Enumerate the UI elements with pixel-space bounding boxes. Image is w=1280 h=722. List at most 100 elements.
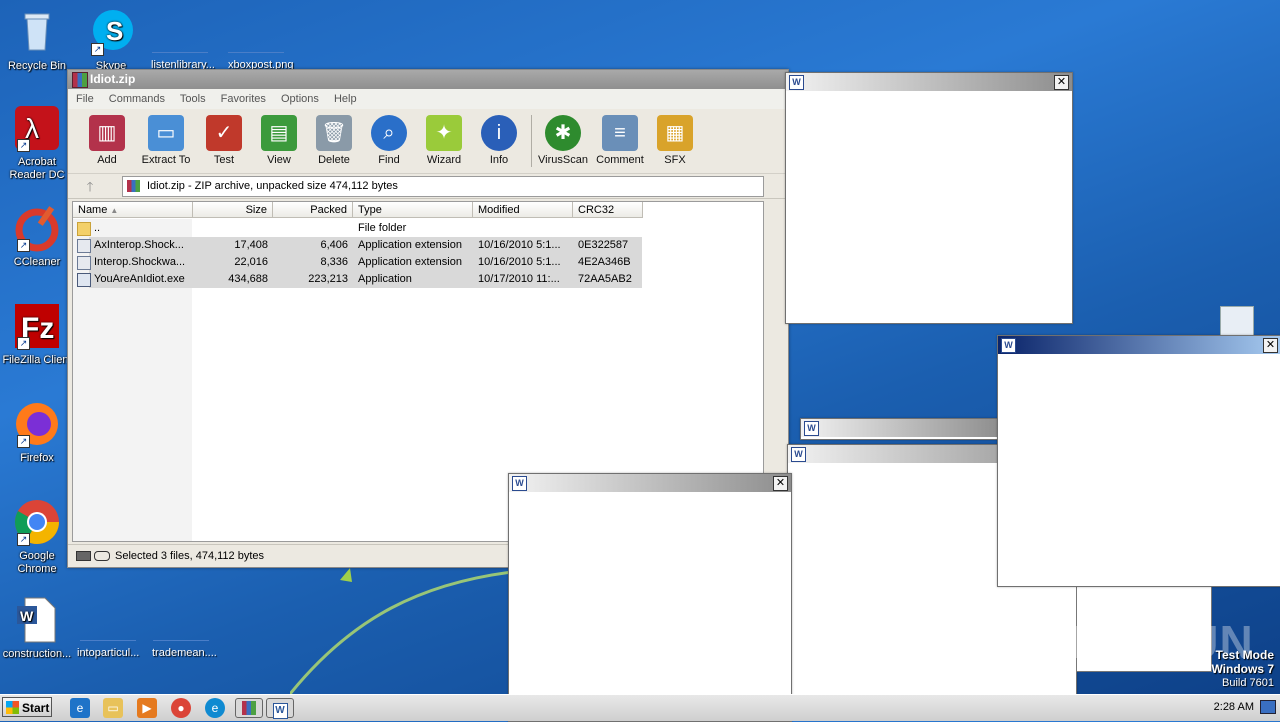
svg-text:W: W: [20, 608, 34, 624]
menu-options[interactable]: Options: [281, 93, 319, 105]
view-button[interactable]: ▤ View: [251, 115, 307, 166]
column-header-modified[interactable]: Modified: [473, 202, 573, 218]
extract-to-button[interactable]: ▭ Extract To: [138, 115, 194, 166]
clock[interactable]: 2:28 AM: [1214, 701, 1254, 713]
table-row[interactable]: YouAreAnIdiot.exe 434,688 223,213 Applic…: [73, 271, 763, 288]
desktop-icon-file[interactable]: [228, 28, 284, 53]
menu-favorites[interactable]: Favorites: [221, 93, 266, 105]
delete-button[interactable]: 🗑 Delete: [306, 115, 362, 166]
chrome-icon[interactable]: ●: [171, 698, 191, 718]
virusscan-button[interactable]: ✱ VirusScan: [535, 115, 591, 166]
desktop-icon-file[interactable]: [153, 616, 209, 641]
menu-help[interactable]: Help: [334, 93, 357, 105]
column-header-crc32[interactable]: CRC32: [573, 202, 643, 218]
status-text: Selected 3 files, 474,112 bytes: [115, 550, 265, 562]
popup-window-active[interactable]: W ✕: [997, 335, 1280, 587]
popup-titlebar[interactable]: W ✕: [786, 73, 1072, 91]
popup-window[interactable]: W: [800, 418, 1002, 440]
table-row[interactable]: AxInterop.Shock... 17,408 6,406 Applicat…: [73, 237, 763, 254]
edge-icon[interactable]: e: [205, 698, 225, 718]
row-type: Application: [358, 273, 412, 285]
row-modified: 10/16/2010 5:1...: [478, 239, 561, 251]
info-label: Info: [489, 154, 509, 166]
column-header-name[interactable]: Name ▲: [73, 202, 193, 218]
desktop-icon-file[interactable]: [152, 28, 208, 53]
test-mode-line: Test Mode: [1215, 648, 1274, 662]
desktop-icon-firefox[interactable]: ↗ Firefox: [0, 400, 74, 465]
wizard-button[interactable]: ✦ Wizard: [416, 115, 472, 166]
desktop-icon-word-doc[interactable]: W construction...: [0, 596, 74, 661]
desktop-icon-label: trademean....: [152, 647, 217, 659]
menu-commands[interactable]: Commands: [109, 93, 165, 105]
sfx-button[interactable]: ▦ SFX: [647, 115, 703, 166]
books-icon: ▥: [89, 115, 125, 151]
shortcut-arrow-icon: ↗: [17, 337, 30, 350]
desktop-icon-file[interactable]: [80, 616, 136, 641]
up-arrow-icon[interactable]: 🡑: [76, 178, 104, 194]
close-icon[interactable]: ✕: [773, 476, 788, 491]
column-name-label: Name: [78, 204, 108, 216]
menu-tools[interactable]: Tools: [180, 93, 206, 105]
wizard-label: Wizard: [426, 154, 462, 166]
desktop-icon-recycle-bin[interactable]: Recycle Bin: [0, 8, 74, 73]
comment-label: Comment: [596, 154, 644, 166]
book-icon: ▤: [261, 115, 297, 151]
desktop-icon-label: Google Chrome: [17, 550, 57, 575]
column-header-size[interactable]: Size: [193, 202, 273, 218]
comment-icon: ≡: [602, 115, 638, 151]
desktop-icon-label: Recycle Bin: [7, 60, 67, 72]
svg-text:S: S: [106, 16, 123, 46]
comment-button[interactable]: ≡ Comment: [592, 115, 648, 166]
desktop-icon-skype[interactable]: S ↗ Skype: [74, 8, 148, 73]
menu-file[interactable]: File: [76, 93, 94, 105]
popup-titlebar[interactable]: W ✕: [998, 336, 1280, 354]
row-crc32: 72AA5AB2: [578, 273, 632, 285]
column-header-packed[interactable]: Packed: [273, 202, 353, 218]
start-button[interactable]: Start: [2, 697, 52, 717]
desktop-icon-acrobat[interactable]: λ ↗ Acrobat Reader DC: [0, 104, 74, 182]
word-app-icon: W: [1001, 338, 1016, 353]
internet-explorer-icon[interactable]: e: [70, 698, 90, 718]
media-player-icon[interactable]: ▶: [137, 698, 157, 718]
desktop-icon-chrome[interactable]: ↗ Google Chrome: [0, 498, 74, 576]
close-icon[interactable]: ✕: [1054, 75, 1069, 90]
info-button[interactable]: i Info: [471, 115, 527, 166]
add-button[interactable]: ▥ Add: [79, 115, 135, 166]
row-crc32: 4E2A346B: [578, 256, 631, 268]
row-name: Interop.Shockwa...: [94, 256, 186, 268]
address-bar: 🡑 Idiot.zip - ZIP archive, unpacked size…: [68, 174, 788, 199]
exe-file-icon: [77, 273, 91, 287]
file-explorer-icon[interactable]: ▭: [103, 698, 123, 718]
firefox-icon: ↗: [13, 400, 61, 448]
desktop-icon-filezilla[interactable]: Fz ↗ FileZilla Client: [0, 302, 74, 367]
popup-window[interactable]: W ✕: [508, 473, 792, 722]
show-desktop-icon[interactable]: [1260, 700, 1276, 714]
popup-window[interactable]: W ✕: [785, 72, 1073, 324]
word-app-icon: W: [512, 476, 527, 491]
delete-label: Delete: [318, 154, 350, 166]
taskbar: Start e ▭ ▶ ● e W 2:28 AM: [0, 694, 1280, 721]
trash-icon: 🗑: [316, 115, 352, 151]
table-row[interactable]: Interop.Shockwa... 22,016 8,336 Applicat…: [73, 254, 763, 271]
table-row[interactable]: .. File folder: [73, 220, 763, 237]
row-packed: 8,336: [320, 256, 348, 268]
dll-file-icon: [77, 256, 91, 270]
popup-titlebar[interactable]: W ✕: [509, 474, 791, 492]
sfx-box-icon: ▦: [657, 115, 693, 151]
test-button[interactable]: ✓ Test: [196, 115, 252, 166]
popup-titlebar[interactable]: W: [801, 419, 1001, 437]
winrar-app-icon: [72, 72, 88, 88]
windows-flag-icon: [6, 701, 19, 714]
find-button[interactable]: ⌕ Find: [361, 115, 417, 166]
row-name: YouAreAnIdiot.exe: [94, 273, 185, 285]
toolbar: ▥ Add ▭ Extract To ✓ Test ▤ View 🗑 Delet…: [68, 109, 788, 174]
close-icon[interactable]: ✕: [1263, 338, 1278, 353]
column-header-type[interactable]: Type: [353, 202, 473, 218]
desktop-icon-label: CCleaner: [13, 256, 61, 268]
winrar-taskbar-icon[interactable]: [235, 698, 263, 718]
address-field[interactable]: Idiot.zip - ZIP archive, unpacked size 4…: [122, 176, 764, 197]
word-taskbar-icon[interactable]: W: [266, 698, 294, 719]
add-label: Add: [97, 154, 117, 166]
winrar-titlebar[interactable]: Idiot.zip: [68, 70, 788, 89]
desktop-icon-ccleaner[interactable]: ↗ CCleaner: [0, 204, 74, 269]
